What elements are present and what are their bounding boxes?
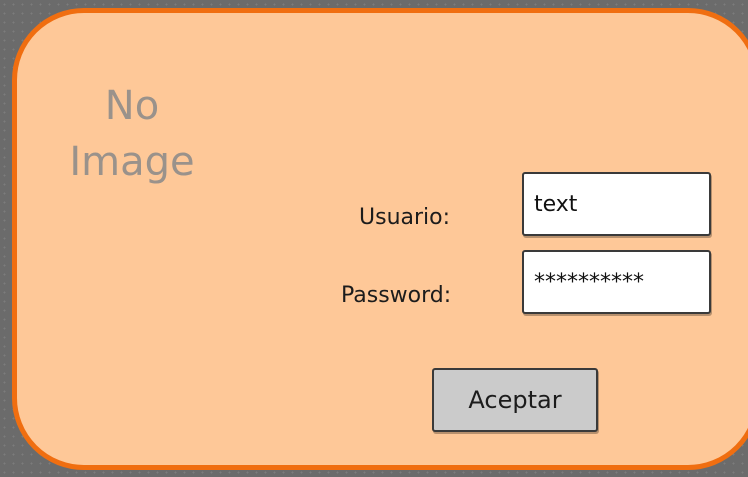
password-input[interactable] bbox=[522, 250, 711, 314]
image-placeholder: No Image bbox=[58, 78, 206, 190]
username-label: Usuario: bbox=[359, 205, 451, 230]
password-label: Password: bbox=[341, 283, 452, 308]
username-input[interactable] bbox=[522, 172, 711, 236]
image-placeholder-line1: No bbox=[104, 83, 160, 129]
image-placeholder-line2: Image bbox=[69, 139, 195, 185]
accept-button[interactable]: Aceptar bbox=[432, 368, 598, 432]
